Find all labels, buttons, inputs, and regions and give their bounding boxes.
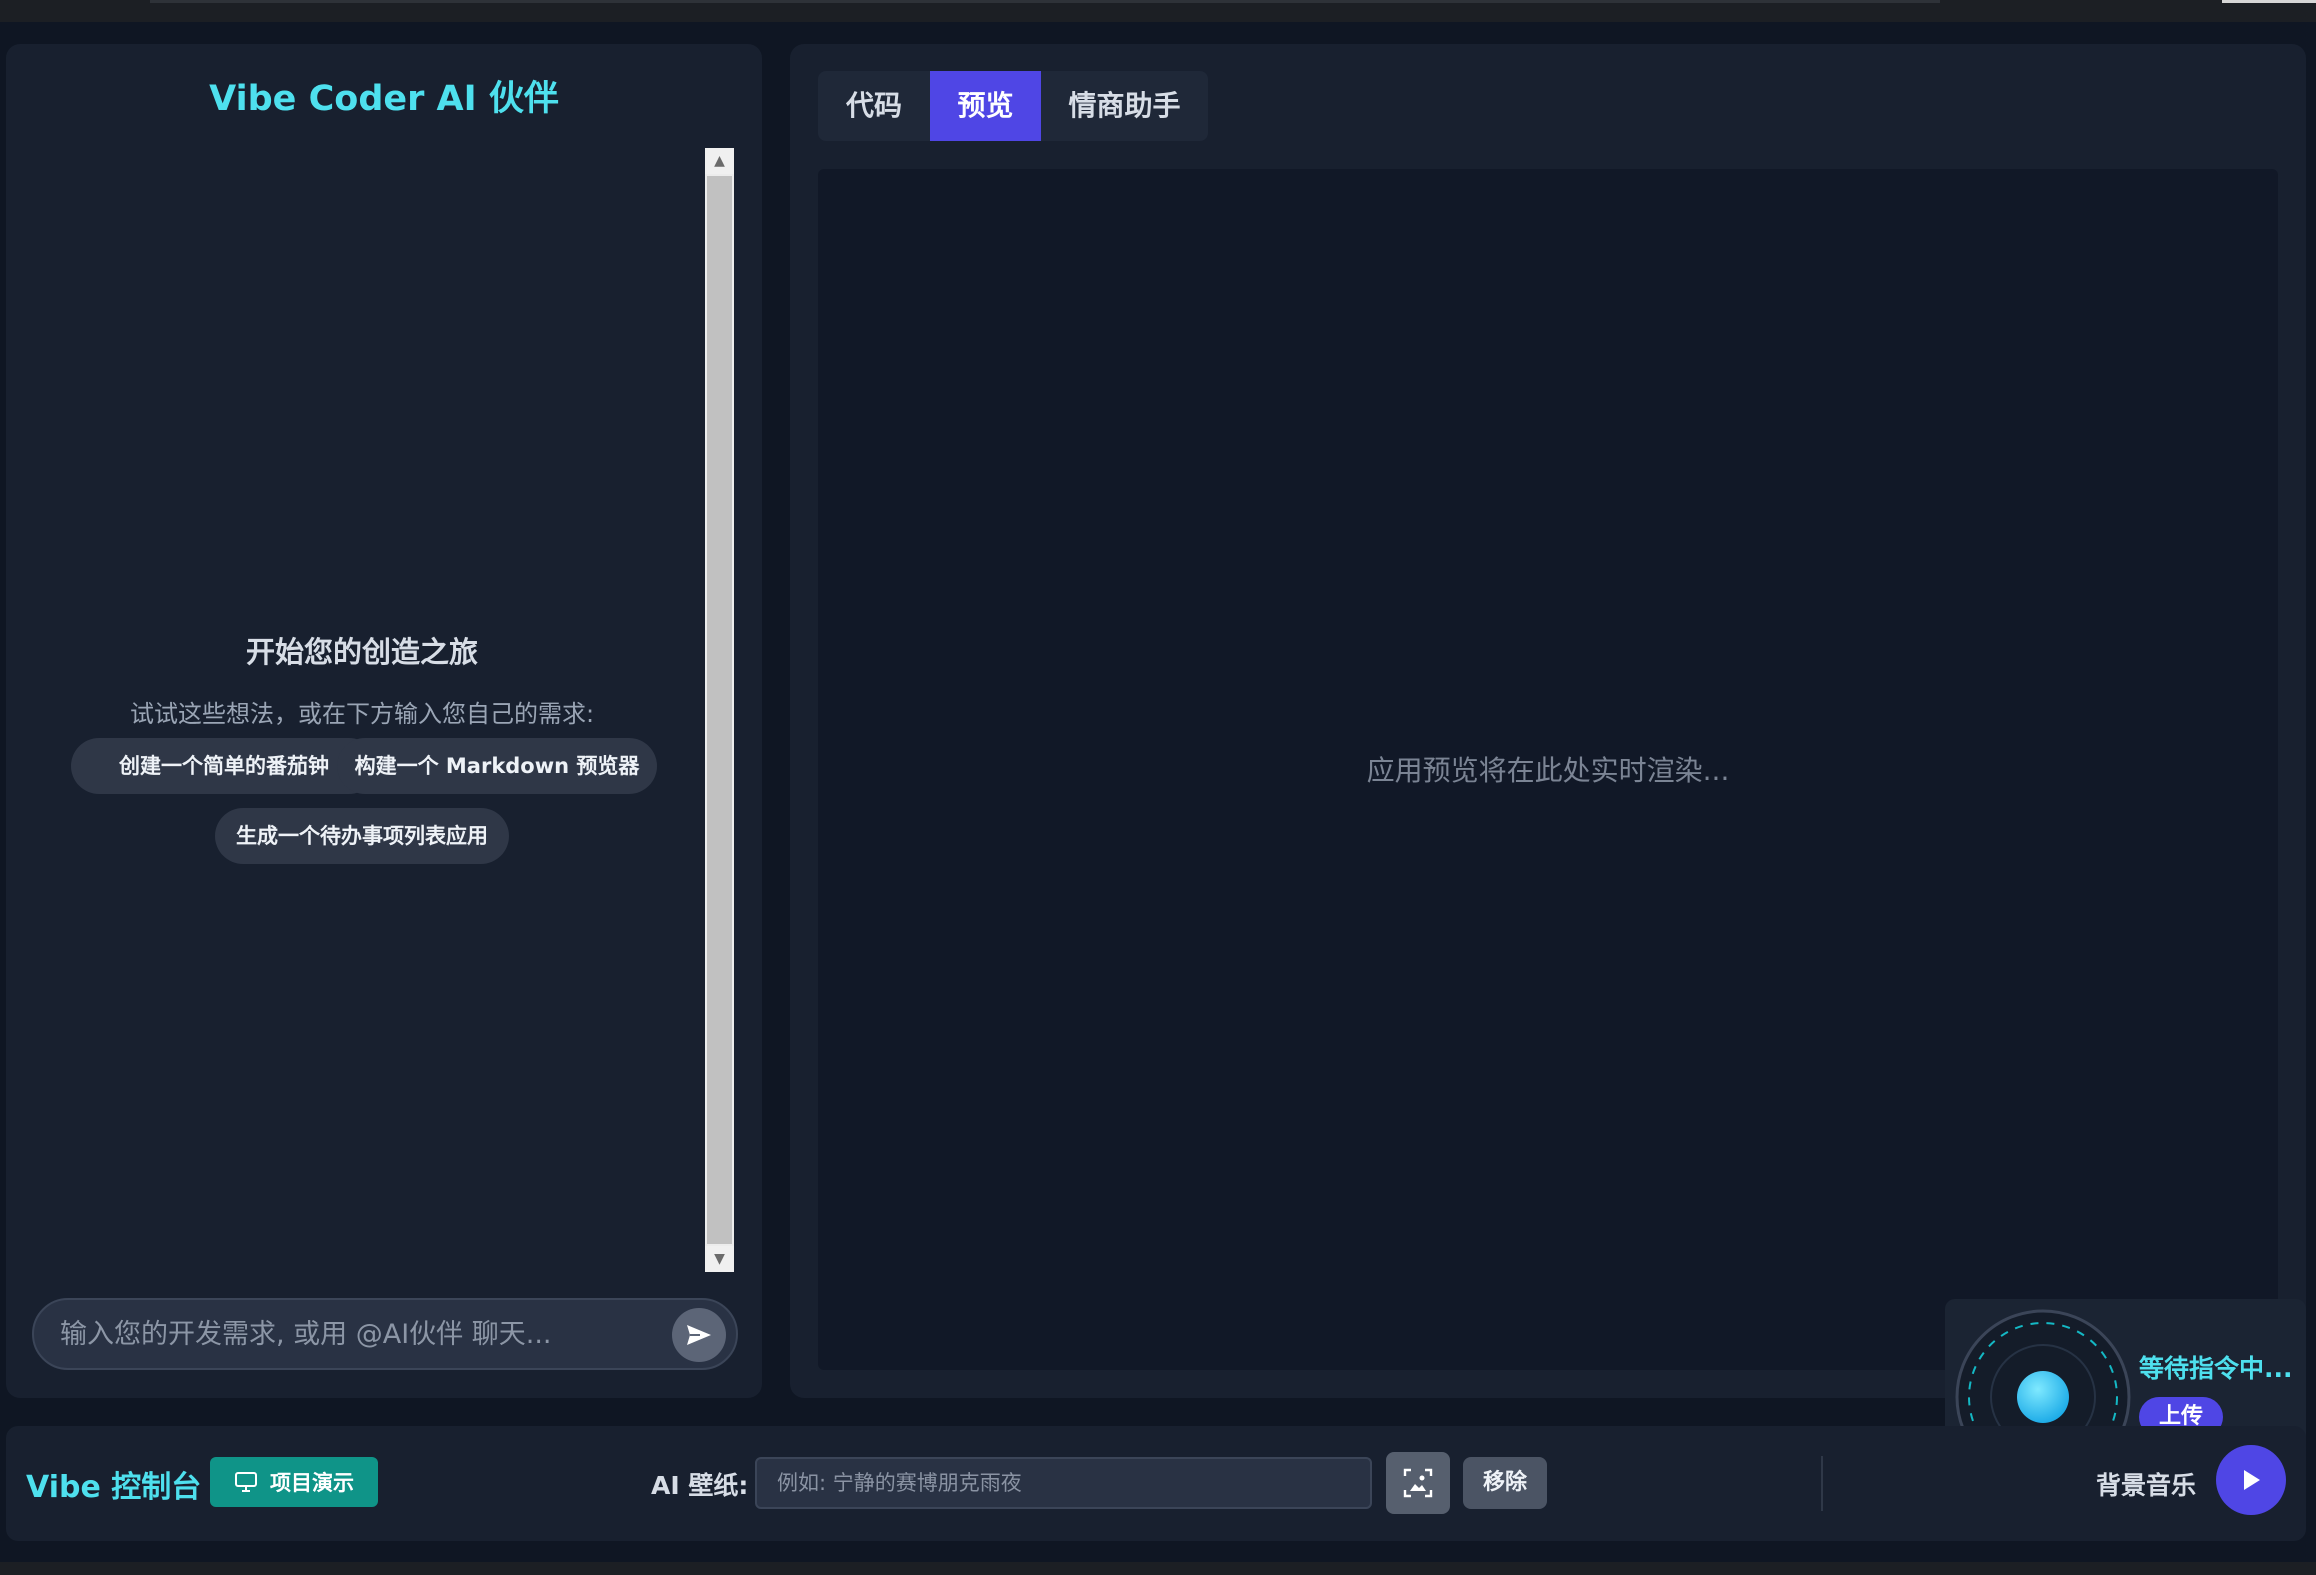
app-title: Vibe Coder AI 伙伴 [209, 79, 559, 119]
music-label: 背景音乐 [2096, 1471, 2197, 1500]
preview-area: 应用预览将在此处实时渲染... 等待指令中... 上传 [818, 169, 2306, 1495]
tab-bar: 代码 预览 情商助手 [818, 71, 1208, 141]
top-scroll-track [150, 0, 1940, 3]
browser-bottom-strip [0, 1562, 2316, 1575]
wallpaper-prompt-input[interactable] [755, 1457, 1372, 1509]
top-indicator [2222, 0, 2316, 3]
chat-panel: Vibe Coder AI 伙伴 开始您的创造之旅 试试这些想法，或在下方输入您… [6, 44, 762, 1398]
welcome-title: 开始您的创造之旅 [245, 635, 478, 669]
suggestion-chip-markdown[interactable]: 构建一个 Markdown 预览器 [337, 738, 657, 794]
chevron-down-icon[interactable]: ▼ [705, 1246, 734, 1272]
scrollbar-thumb[interactable] [707, 176, 732, 1244]
monitor-icon [235, 1472, 257, 1492]
suggestion-chip-todo[interactable]: 生成一个待办事项列表应用 [215, 808, 509, 864]
chat-input[interactable] [60, 1300, 660, 1368]
chat-input-container [32, 1298, 738, 1370]
remove-wallpaper-button[interactable]: 移除 [1463, 1457, 1547, 1509]
music-play-button[interactable] [2216, 1445, 2286, 1515]
suggestion-chip-pomodoro[interactable]: 创建一个简单的番茄钟 [71, 738, 377, 794]
tab-eq-assistant[interactable]: 情商助手 [1041, 71, 1208, 141]
console-bar: Vibe 控制台 项目演示 AI 壁纸: 移除 背景音乐 [6, 1426, 2306, 1541]
wallpaper-label: AI 壁纸: [651, 1471, 749, 1500]
generate-wallpaper-button[interactable] [1386, 1452, 1450, 1514]
browser-top-bar [0, 0, 2316, 22]
preview-placeholder: 应用预览将在此处实时渲染... [1366, 754, 1730, 787]
tab-code[interactable]: 代码 [818, 71, 930, 141]
send-button[interactable] [672, 1308, 726, 1362]
project-demo-label: 项目演示 [270, 1471, 354, 1495]
workspace-panel: 代码 预览 情商助手 应用预览将在此处实时渲染... 等待指令中... 上传 [790, 44, 2306, 1495]
image-generate-icon [1403, 1468, 1433, 1498]
play-icon [2244, 1470, 2260, 1490]
project-demo-button[interactable]: 项目演示 [210, 1457, 378, 1507]
voice-status: 等待指令中... [2139, 1354, 2293, 1383]
send-icon [687, 1325, 711, 1345]
chevron-up-icon[interactable]: ▲ [705, 148, 734, 174]
bar-divider [1821, 1456, 1823, 1511]
welcome-subtitle: 试试这些想法，或在下方输入您自己的需求: [129, 700, 595, 728]
console-title: Vibe 控制台 [26, 1470, 202, 1505]
tab-preview[interactable]: 预览 [930, 71, 1041, 141]
chat-scrollbar[interactable]: ▲ ▼ [705, 148, 734, 1272]
